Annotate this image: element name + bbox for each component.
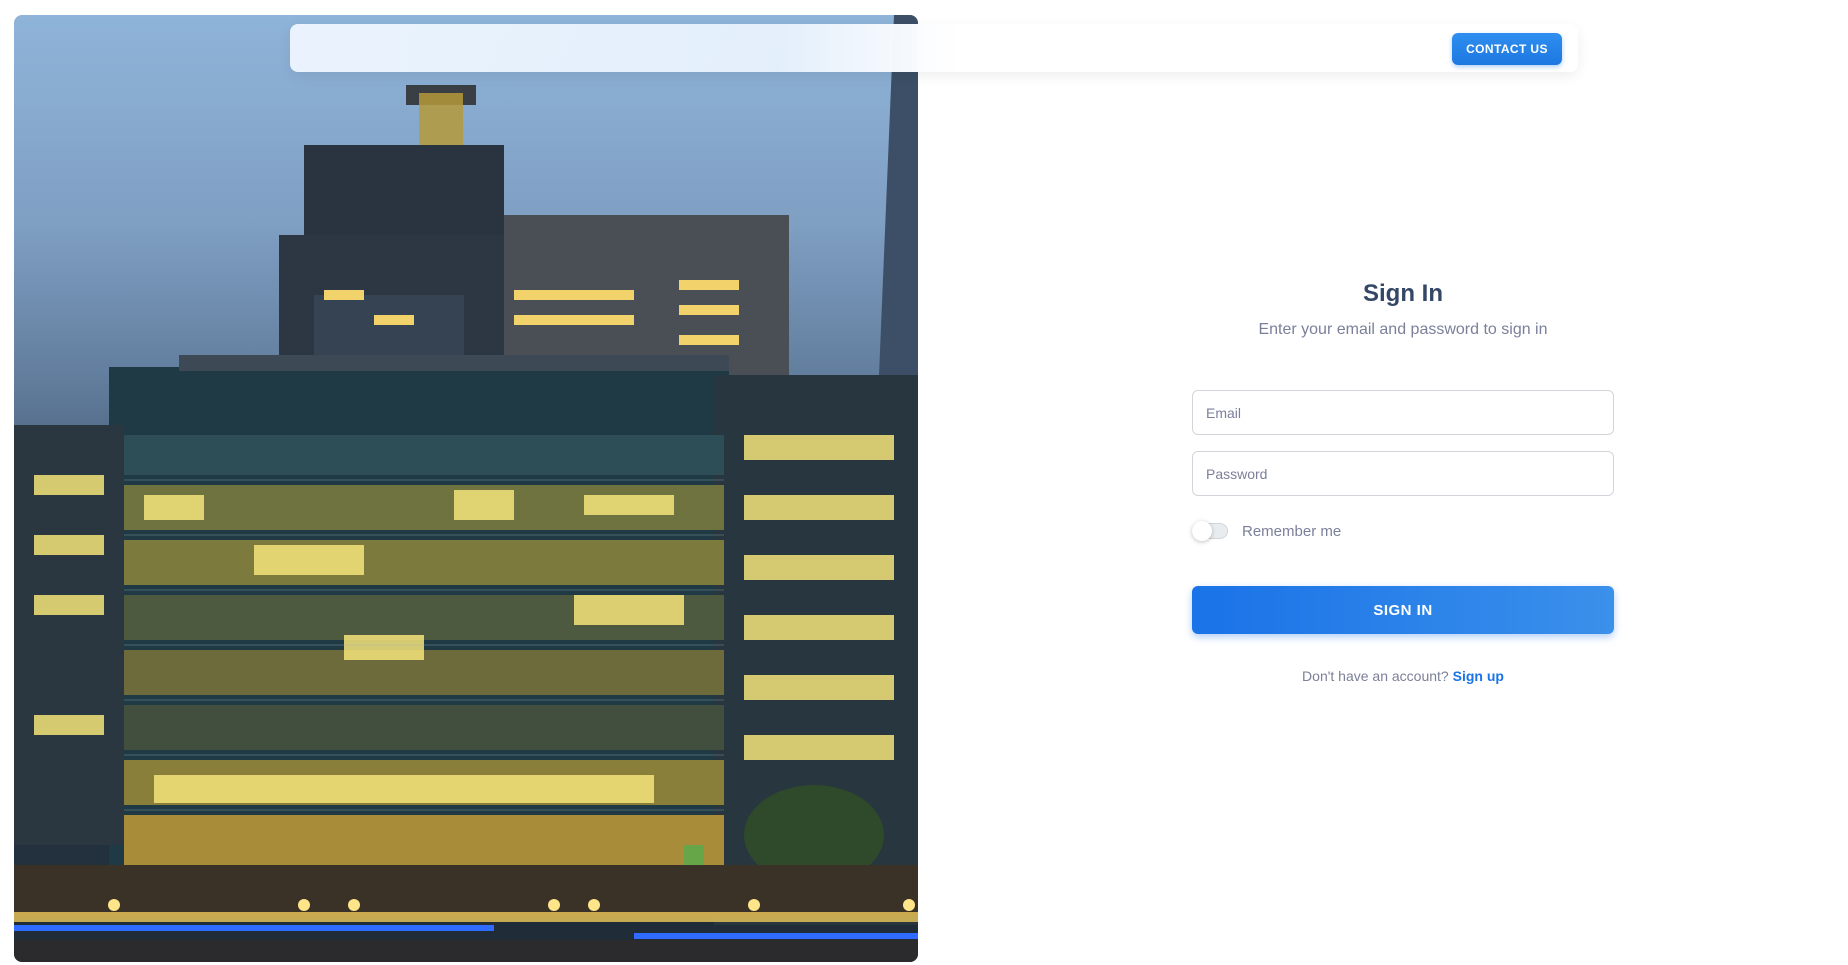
top-navbar: CONTACT US [290,24,1578,72]
remember-me-toggle[interactable] [1192,521,1228,541]
contact-us-button[interactable]: CONTACT US [1452,33,1562,65]
remember-me-label[interactable]: Remember me [1242,523,1341,540]
sign-up-link[interactable]: Sign up [1453,668,1504,684]
hero-building-image [14,15,918,962]
signup-prompt: Don't have an account? Sign up [1192,668,1614,684]
password-input[interactable] [1192,451,1614,496]
sign-in-form: Sign In Enter your email and password to… [1192,280,1614,684]
sign-in-button[interactable]: SIGN IN [1192,586,1614,634]
toggle-knob [1192,521,1212,541]
page-title: Sign In [1363,280,1443,307]
email-input[interactable] [1192,390,1614,435]
no-account-text: Don't have an account? [1302,668,1449,684]
building-illustration [14,15,918,962]
remember-me-row: Remember me [1192,520,1614,542]
sign-in-subtitle: Enter your email and password to sign in [1258,321,1548,338]
